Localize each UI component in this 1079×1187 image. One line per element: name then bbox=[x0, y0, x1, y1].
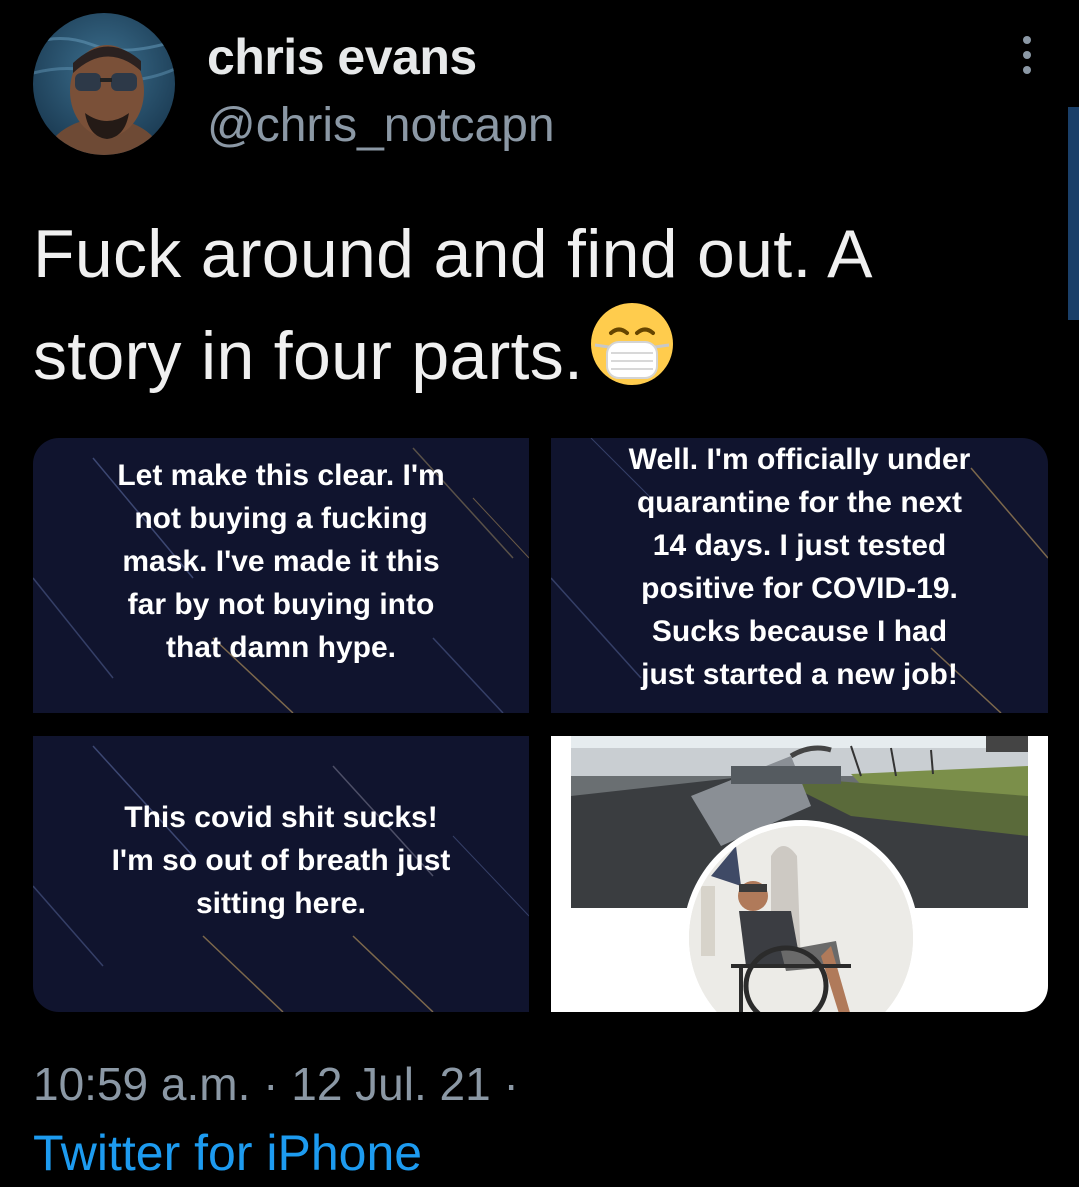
panel-2-line: positive for COVID-19. bbox=[641, 572, 958, 605]
tweet-text-line-2: story in four parts. bbox=[33, 301, 1033, 411]
panel-3-text: This covid shit sucks! I'm so out of bre… bbox=[33, 796, 529, 925]
face-with-medical-mask-icon bbox=[589, 301, 675, 411]
panel-3-line: I'm so out of breath just bbox=[111, 844, 451, 877]
panel-1-line: far by not buying into bbox=[127, 588, 435, 621]
panel-2-line: quarantine for the next bbox=[636, 486, 963, 519]
tweet-media-grid[interactable]: Let make this clear. I'm not buying a fu… bbox=[33, 438, 1048, 1012]
author-avatar[interactable] bbox=[33, 13, 175, 155]
avatar-photo bbox=[33, 13, 175, 155]
tweet-text-line: Fuck around and find out. A bbox=[33, 216, 873, 292]
scrollbar-thumb[interactable] bbox=[1068, 107, 1079, 320]
media-panel-1[interactable]: Let make this clear. I'm not buying a fu… bbox=[33, 438, 529, 713]
panel-1-line: mask. I've made it this bbox=[122, 545, 440, 578]
kebab-menu-icon bbox=[1023, 36, 1031, 74]
panel-1-line: Let make this clear. I'm bbox=[117, 459, 445, 492]
more-options-button[interactable] bbox=[1010, 32, 1044, 78]
tweet-text: Fuck around and find out. A story in fou… bbox=[33, 208, 1033, 411]
panel-3-line: sitting here. bbox=[195, 887, 367, 920]
panel-1-line: not buying a fucking bbox=[134, 502, 428, 535]
media-panel-3[interactable]: This covid shit sucks! I'm so out of bre… bbox=[33, 736, 529, 1012]
panel-1-line: that damn hype. bbox=[165, 631, 397, 664]
tweet-source-link[interactable]: Twitter for iPhone bbox=[33, 1124, 422, 1182]
racetrack-photo bbox=[571, 736, 1028, 1012]
author-handle[interactable]: @chris_notcapn bbox=[207, 98, 555, 153]
tweet-text-line2-words: story in four parts. bbox=[33, 318, 584, 394]
media-panel-4[interactable] bbox=[551, 736, 1048, 1012]
panel-2-line: Sucks because I had bbox=[651, 615, 948, 648]
panel-3-line: This covid shit sucks! bbox=[124, 801, 438, 834]
panel-1-text: Let make this clear. I'm not buying a fu… bbox=[33, 454, 529, 669]
panel-2-line: 14 days. I just tested bbox=[652, 529, 947, 562]
panel-2-text: Well. I'm officially under quarantine fo… bbox=[551, 438, 1048, 696]
media-panel-2[interactable]: Well. I'm officially under quarantine fo… bbox=[551, 438, 1048, 713]
tweet-timestamp[interactable]: 10:59 a.m. · 12 Jul. 21 · bbox=[33, 1057, 519, 1111]
author-display-name[interactable]: chris evans bbox=[207, 28, 477, 86]
panel-2-line: just started a new job! bbox=[641, 658, 958, 691]
panel-2-line: Well. I'm officially under bbox=[628, 443, 971, 476]
